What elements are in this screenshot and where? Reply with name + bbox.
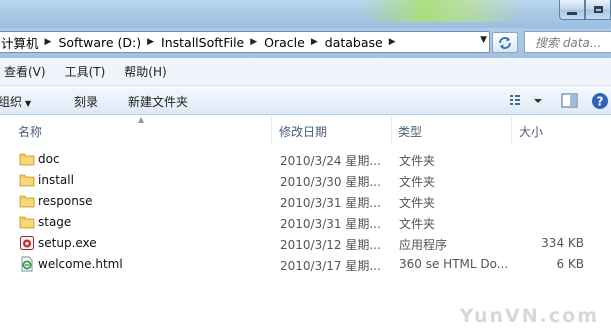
view-dropdown-icon[interactable] — [534, 99, 542, 103]
search-placeholder: 搜索 data... — [535, 35, 602, 50]
menu-view[interactable]: 查看(V) — [0, 63, 55, 80]
file-row-doc[interactable]: doc 2010/3/24 星期... 文件夹 — [0, 149, 611, 170]
minimize-button[interactable] — [559, 0, 585, 20]
breadcrumb-chevron-icon[interactable]: ▶ — [386, 37, 399, 47]
file-type: 应用程序 — [399, 238, 448, 252]
minimize-icon — [567, 11, 577, 15]
refresh-icon — [499, 36, 511, 49]
breadcrumb-chevron-icon[interactable]: ▶ — [247, 37, 260, 47]
view-controls: ? — [506, 91, 611, 111]
address-bar[interactable]: 计算机 ▶ Software (D:) ▶ InstallSoftFile ▶ … — [0, 31, 490, 53]
breadcrumb-oracle[interactable]: Oracle — [260, 35, 308, 50]
change-view-icon[interactable] — [510, 95, 520, 105]
file-name: response — [38, 194, 93, 208]
file-date: 2010/3/31 星期... — [280, 217, 381, 231]
column-divider[interactable] — [271, 117, 272, 143]
chevron-down-icon: ▼ — [25, 99, 32, 108]
file-date: 2010/3/30 星期... — [280, 175, 381, 189]
address-row: 计算机 ▶ Software (D:) ▶ InstallSoftFile ▶ … — [0, 28, 611, 58]
folder-icon — [19, 174, 35, 187]
file-name: install — [38, 173, 74, 187]
file-row-install[interactable]: install 2010/3/30 星期... 文件夹 — [0, 170, 611, 191]
file-row-setup[interactable]: setup.exe 2010/3/12 星期... 应用程序 334 KB — [0, 233, 611, 254]
organize-button[interactable]: 组织 ▼ — [0, 93, 31, 110]
file-date: 2010/3/24 星期... — [280, 154, 381, 168]
application-icon — [20, 236, 34, 250]
file-name: doc — [38, 152, 60, 166]
file-name: welcome.html — [38, 257, 123, 271]
search-input[interactable]: 搜索 data... — [524, 31, 611, 53]
file-row-response[interactable]: response 2010/3/31 星期... 文件夹 — [0, 191, 611, 212]
breadcrumb-installsoftfile[interactable]: InstallSoftFile — [157, 35, 247, 50]
file-type: 360 se HTML Do... — [399, 257, 509, 271]
refresh-button[interactable] — [492, 32, 518, 53]
maximize-icon — [593, 6, 603, 13]
folder-icon — [19, 153, 35, 166]
file-size: 334 KB — [541, 236, 584, 250]
breadcrumb-drive[interactable]: Software (D:) — [54, 35, 144, 50]
file-list: doc 2010/3/24 星期... 文件夹 install 2010/3/3… — [0, 149, 611, 275]
column-type[interactable]: 类型 — [398, 123, 422, 140]
address-history-dropdown-icon[interactable]: ▼ — [480, 35, 487, 45]
new-folder-button[interactable]: 新建文件夹 — [128, 93, 188, 110]
column-divider[interactable] — [511, 117, 512, 143]
window-controls — [559, 0, 611, 20]
preview-pane-icon[interactable] — [561, 93, 578, 108]
menu-help[interactable]: 帮助(H) — [120, 63, 175, 80]
folder-icon — [19, 216, 35, 229]
column-divider[interactable] — [391, 117, 392, 143]
title-bar-glow — [360, 0, 520, 22]
breadcrumb-chevron-icon[interactable]: ▶ — [308, 37, 321, 47]
column-date[interactable]: 修改日期 — [279, 123, 327, 140]
file-row-stage[interactable]: stage 2010/3/31 星期... 文件夹 — [0, 212, 611, 233]
help-icon[interactable]: ? — [592, 93, 608, 109]
column-size[interactable]: 大小 — [519, 123, 543, 140]
breadcrumb-database[interactable]: database — [321, 35, 386, 50]
file-type: 文件夹 — [399, 217, 436, 231]
svg-text:?: ? — [597, 95, 604, 109]
file-type: 文件夹 — [399, 196, 436, 210]
title-bar — [0, 0, 611, 28]
breadcrumb-chevron-icon[interactable]: ▶ — [42, 37, 55, 47]
column-name[interactable]: 名称 — [18, 123, 42, 140]
maximize-button[interactable] — [585, 0, 611, 20]
file-type: 文件夹 — [399, 154, 436, 168]
file-date: 2010/3/12 星期... — [280, 238, 381, 252]
view-icons-svg: ? — [510, 93, 608, 109]
file-name: stage — [38, 215, 72, 229]
organize-label: 组织 — [0, 95, 23, 109]
file-name: setup.exe — [38, 236, 97, 250]
file-type: 文件夹 — [399, 175, 436, 189]
menu-tools[interactable]: 工具(T) — [61, 63, 115, 80]
file-row-welcome[interactable]: welcome.html 2010/3/17 星期... 360 se HTML… — [0, 254, 611, 275]
folder-icon — [19, 195, 35, 208]
sort-ascending-icon: ▲ — [138, 115, 145, 124]
file-size: 6 KB — [556, 257, 584, 271]
column-header-row: ▲ 名称 修改日期 类型 大小 — [0, 115, 611, 145]
breadcrumb-chevron-icon[interactable]: ▶ — [144, 37, 157, 47]
watermark: YunVN.com — [459, 305, 599, 327]
html-file-icon — [21, 256, 33, 272]
file-date: 2010/3/17 星期... — [280, 259, 381, 273]
command-bar: 组织 ▼ 刻录 新建文件夹 ? — [0, 86, 611, 115]
menu-bar: 查看(V) 工具(T) 帮助(H) — [0, 58, 611, 86]
breadcrumb-computer[interactable]: 计算机 — [0, 33, 42, 52]
burn-button[interactable]: 刻录 — [74, 93, 98, 110]
file-date: 2010/3/31 星期... — [280, 196, 381, 210]
